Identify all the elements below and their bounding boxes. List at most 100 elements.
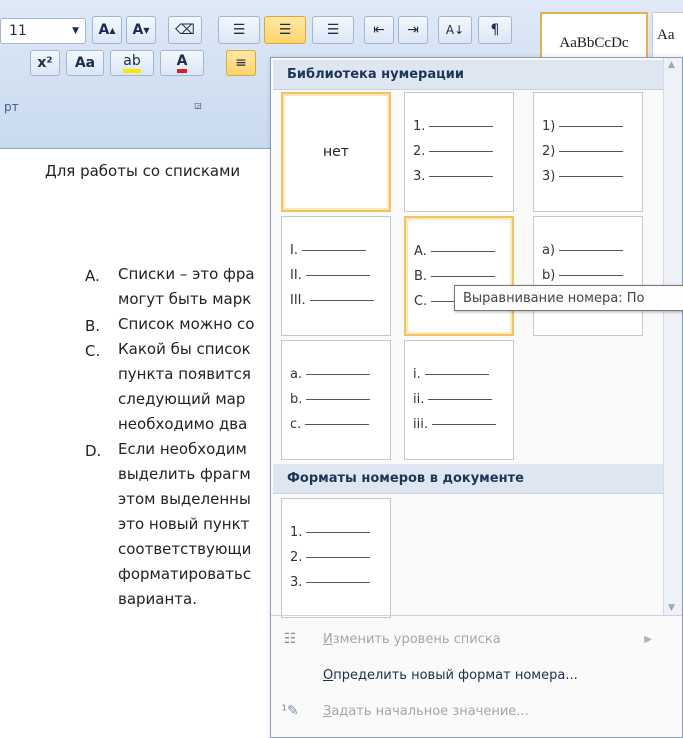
highlight-button[interactable]: ab	[110, 50, 154, 76]
shrink-font-button[interactable]: A ▼	[126, 16, 156, 44]
numbering-format-tile[interactable]: 1) 2) 3)	[533, 92, 643, 212]
show-marks-button[interactable]: ¶	[478, 16, 512, 44]
bullets-button[interactable]: ☰	[218, 16, 260, 44]
align-left-icon: ≡	[235, 55, 247, 71]
format-line	[305, 424, 370, 425]
format-marker: ii.	[413, 392, 425, 407]
menu-scrollbar[interactable]: ▲ ▼	[663, 58, 682, 615]
format-row: 2)	[542, 144, 624, 159]
format-marker: a)	[542, 243, 556, 258]
numbering-format-tile[interactable]: a) b) c)	[533, 216, 643, 336]
numbering-button[interactable]: ☰	[264, 16, 306, 44]
format-line	[424, 374, 489, 375]
highlight-icon: ab	[123, 53, 141, 73]
format-line	[306, 557, 371, 558]
list-item-line: Список можно со	[118, 315, 255, 333]
list-item-line: Какой бы список	[118, 340, 251, 358]
style-preview-2: Aa	[657, 27, 675, 43]
set-start-value-command[interactable]: ¹✎ Задать начальное значение...	[273, 693, 666, 729]
shrink-font-icon: A	[132, 22, 144, 38]
list-item-line: необходимо два	[118, 415, 248, 433]
format-line	[430, 251, 495, 252]
document-format-tile[interactable]: 1. 2. 3.	[281, 498, 391, 618]
format-row: 3)	[542, 169, 624, 184]
increase-indent-icon: ⇥	[407, 22, 419, 38]
change-list-level-command[interactable]: ☷ Изменить уровень списка ▶	[273, 621, 666, 657]
numbering-library-header: Библиотека нумерации	[273, 60, 666, 90]
document-formats-title: Форматы номеров в документе	[287, 471, 524, 486]
scroll-down-icon[interactable]: ▼	[668, 603, 675, 613]
clear-format-button[interactable]: ⌫	[168, 16, 202, 44]
numbering-dropdown: Библиотека нумерации нет 1. 2. 3. 1) 2) …	[270, 57, 683, 738]
list-item-line: варианта.	[118, 590, 197, 608]
define-number-format-command[interactable]: Определить новый формат номера...	[273, 657, 666, 693]
format-row: 2.	[290, 550, 371, 565]
list-level-icon: ☷	[283, 631, 297, 647]
sort-icon: A↓	[445, 23, 465, 37]
multilevel-list-button[interactable]: ☰	[312, 16, 354, 44]
format-line	[559, 176, 624, 177]
font-size-box[interactable]: 11 ▼	[0, 18, 86, 44]
label-rest: зменить уровень списка	[332, 631, 501, 647]
format-marker: I.	[290, 243, 298, 258]
format-marker: B.	[414, 269, 428, 284]
hotkey-letter: О	[323, 667, 334, 683]
format-marker: 1.	[290, 525, 303, 540]
doc-intro: Для работы со списками	[45, 162, 241, 180]
format-row: ii.	[413, 392, 493, 407]
format-marker: III.	[290, 293, 306, 308]
format-marker: 2)	[542, 144, 556, 159]
format-marker: 3)	[542, 169, 556, 184]
font-group-label: рт	[4, 100, 19, 114]
set-start-value-label: Задать начальное значение...	[323, 704, 529, 719]
format-row: II.	[290, 268, 370, 283]
numbering-format-none[interactable]: нет	[281, 92, 391, 212]
format-row: 3.	[413, 169, 494, 184]
format-line	[429, 126, 494, 127]
numbering-library-title: Библиотека нумерации	[287, 67, 464, 82]
format-marker: II.	[290, 268, 302, 283]
grow-font-button[interactable]: A ▲	[92, 16, 122, 44]
change-case-button[interactable]: Aa	[66, 50, 104, 76]
pilcrow-icon: ¶	[490, 22, 500, 38]
multilevel-list-icon: ☰	[326, 22, 340, 38]
increase-indent-button[interactable]: ⇥	[398, 16, 428, 44]
numbering-format-tile[interactable]: a. b. c.	[281, 340, 391, 460]
format-marker: 1)	[542, 119, 556, 134]
superscript-icon: x²	[37, 55, 53, 71]
format-marker: 2.	[290, 550, 303, 565]
format-line	[559, 151, 624, 152]
format-marker: A.	[414, 244, 427, 259]
align-left-button[interactable]: ≡	[226, 50, 256, 76]
sort-button[interactable]: A↓	[438, 16, 472, 44]
document-formats-header: Форматы номеров в документе	[273, 464, 666, 494]
format-line	[559, 275, 624, 276]
format-row: 1.	[413, 119, 494, 134]
format-row: 2.	[413, 144, 494, 159]
format-row: i.	[413, 367, 489, 382]
numbering-format-tile[interactable]: I. II. III.	[281, 216, 391, 336]
decrease-indent-button[interactable]: ⇤	[364, 16, 394, 44]
format-row: I.	[290, 243, 366, 258]
numbering-format-tile-hovered[interactable]: A. B. C.	[404, 216, 514, 336]
superscript-button[interactable]: x²	[30, 50, 60, 76]
format-line	[306, 399, 371, 400]
format-line	[309, 300, 374, 301]
list-marker: C.	[85, 342, 101, 360]
format-marker: a.	[290, 367, 303, 382]
bullets-icon: ☰	[232, 22, 246, 38]
style-preview: AaBbCcDc	[559, 34, 629, 51]
numbering-format-tile[interactable]: 1. 2. 3.	[404, 92, 514, 212]
label-rest: пределить новый формат номера...	[333, 667, 578, 683]
list-item-line: могут быть марк	[118, 290, 252, 308]
font-color-button[interactable]: A	[160, 50, 204, 76]
scroll-up-icon[interactable]: ▲	[668, 60, 675, 70]
format-line	[306, 532, 371, 533]
clear-format-icon: ⌫	[175, 22, 195, 38]
format-marker: b.	[290, 392, 303, 407]
format-line	[559, 126, 624, 127]
numbering-format-tile[interactable]: i. ii. iii.	[404, 340, 514, 460]
tooltip-text: Выравнивание номера: По	[463, 290, 645, 306]
font-dialog-launcher[interactable]: ◲	[190, 98, 206, 112]
format-row: A.	[414, 244, 495, 259]
